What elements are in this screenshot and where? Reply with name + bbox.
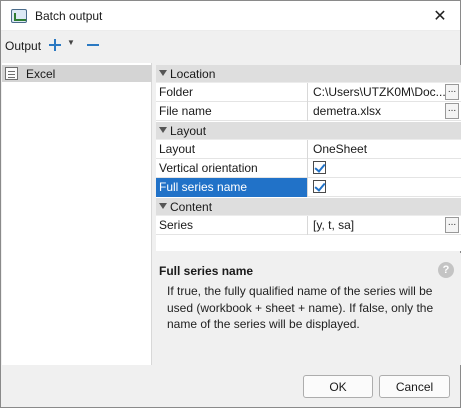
property-name: Series	[156, 216, 308, 235]
browse-folder-button[interactable]: ...	[445, 84, 459, 100]
output-list: Excel	[2, 63, 152, 365]
browse-file-button[interactable]: ...	[445, 103, 459, 119]
property-row-layout[interactable]: Layout OneSheet	[156, 140, 461, 159]
remove-output-icon[interactable]	[85, 37, 101, 53]
series-value[interactable]: [y, t, sa]	[309, 216, 461, 235]
ok-button[interactable]: OK	[303, 375, 373, 398]
edit-series-button[interactable]: ...	[445, 217, 459, 233]
property-row-folder[interactable]: Folder C:\Users\UTZK0M\Doc... ...	[156, 83, 461, 102]
category-layout[interactable]: Layout	[156, 122, 461, 140]
property-row-series[interactable]: Series [y, t, sa] ...	[156, 216, 461, 235]
vertical-orientation-checkbox[interactable]	[313, 161, 326, 174]
property-name: File name	[156, 102, 308, 121]
close-icon[interactable]: ✕	[421, 1, 459, 30]
list-item-excel[interactable]: Excel	[2, 65, 152, 82]
output-label: Output	[5, 39, 42, 53]
expand-arrow-icon[interactable]	[159, 70, 167, 76]
help-icon[interactable]: ?	[438, 262, 454, 278]
list-item-label: Excel	[26, 67, 56, 81]
full-series-name-value	[309, 178, 461, 197]
category-content[interactable]: Content	[156, 198, 461, 216]
folder-value[interactable]: C:\Users\UTZK0M\Doc...	[309, 83, 461, 102]
title-bar: Batch output ✕	[1, 1, 460, 31]
chevron-down-icon[interactable]: ▼	[67, 38, 75, 47]
file-name-value[interactable]: demetra.xlsx	[309, 102, 461, 121]
description-title: Full series name	[159, 264, 254, 278]
category-label: Content	[170, 200, 213, 214]
category-label: Layout	[170, 124, 207, 138]
document-icon	[5, 67, 18, 80]
batch-output-dialog: Batch output ✕ Output ▼ Excel Location F…	[0, 0, 461, 408]
property-grid: Location Folder C:\Users\UTZK0M\Doc... .…	[156, 65, 461, 251]
expand-arrow-icon[interactable]	[159, 127, 167, 133]
property-row-file-name[interactable]: File name demetra.xlsx ...	[156, 102, 461, 121]
property-name: Full series name	[156, 178, 308, 197]
layout-value[interactable]: OneSheet	[309, 140, 461, 159]
category-location[interactable]: Location	[156, 65, 461, 83]
cancel-button[interactable]: Cancel	[379, 375, 450, 398]
full-series-name-checkbox[interactable]	[313, 180, 326, 193]
property-name: Vertical orientation	[156, 159, 308, 178]
description-text: If true, the fully qualified name of the…	[167, 284, 434, 331]
toolbar: Output ▼	[1, 31, 460, 59]
description-panel: Full series name ? If true, the fully qu…	[156, 253, 461, 365]
app-icon	[11, 9, 27, 23]
vertical-orientation-value	[309, 159, 461, 178]
property-name: Folder	[156, 83, 308, 102]
property-row-full-series-name[interactable]: Full series name	[156, 178, 461, 197]
property-name: Layout	[156, 140, 308, 159]
window-title: Batch output	[35, 9, 103, 23]
property-row-vertical-orientation[interactable]: Vertical orientation	[156, 159, 461, 178]
add-output-icon[interactable]	[47, 37, 63, 53]
category-label: Location	[170, 67, 216, 81]
expand-arrow-icon[interactable]	[159, 203, 167, 209]
